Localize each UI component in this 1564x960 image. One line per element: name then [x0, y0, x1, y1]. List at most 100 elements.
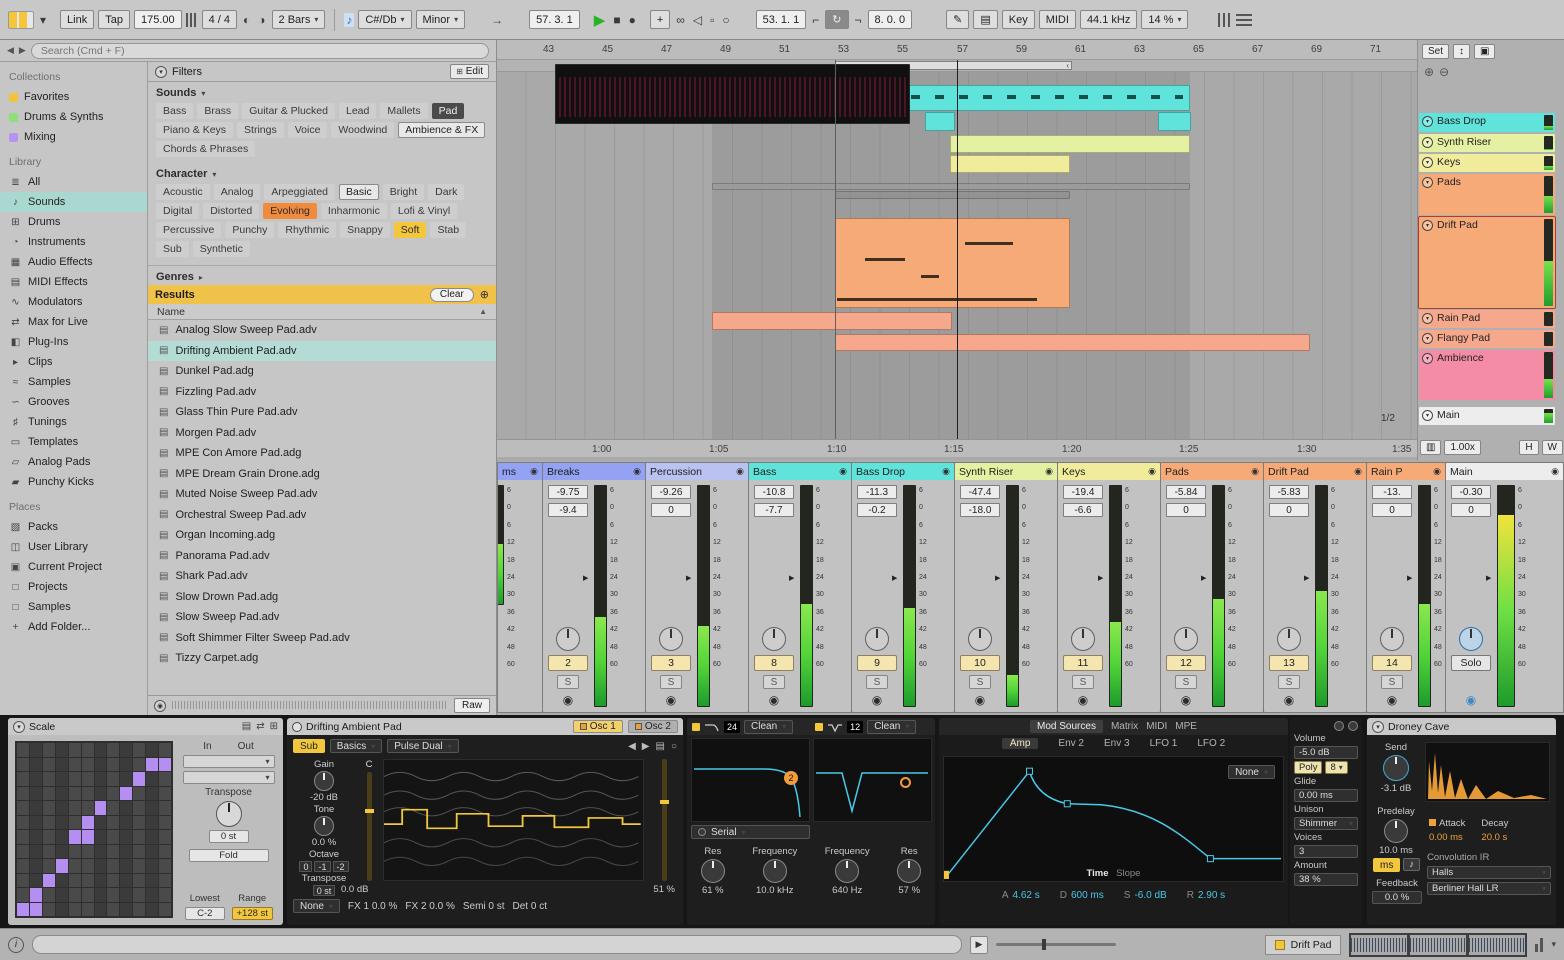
scale-out-menu[interactable]: ▾: [182, 771, 275, 784]
play-button[interactable]: ▶: [592, 11, 608, 29]
sound-filter-tag[interactable]: Brass: [197, 103, 239, 119]
arrangement-position-display[interactable]: 57. 3. 1: [529, 10, 580, 29]
scale-grid-cell[interactable]: [81, 786, 94, 800]
axis-time-label[interactable]: Time: [1087, 868, 1109, 879]
track-fold-icon[interactable]: ▾: [1422, 333, 1433, 344]
filter1-type-menu[interactable]: Clean ▾: [744, 719, 794, 734]
monitor-speaker-icon[interactable]: ◉: [1269, 693, 1309, 707]
track-number[interactable]: 14: [1372, 655, 1412, 671]
next-wave-icon[interactable]: ▶: [642, 741, 650, 752]
scale-grid-cell[interactable]: [68, 888, 81, 902]
scale-grid-cell[interactable]: [133, 873, 146, 887]
scale-grid-cell[interactable]: [133, 902, 146, 916]
octave-value[interactable]: 0: [299, 861, 313, 872]
add-track-icon[interactable]: ⊕: [1424, 65, 1434, 79]
fold-icon[interactable]: ◉: [1551, 466, 1559, 477]
scale-grid-cell[interactable]: [107, 873, 120, 887]
pitch-slider[interactable]: [364, 772, 374, 881]
result-row[interactable]: ▤ Morgen Pad.adv: [148, 423, 496, 444]
clip[interactable]: [865, 258, 905, 261]
clip[interactable]: [925, 112, 955, 131]
preview-waveform[interactable]: [172, 699, 448, 712]
scale-grid-cell[interactable]: [17, 859, 29, 873]
scale-grid-cell[interactable]: [29, 743, 42, 757]
sound-filter-tag[interactable]: Voice: [287, 122, 328, 138]
scale-grid-cell[interactable]: [42, 757, 55, 771]
pan-knob[interactable]: [1277, 627, 1301, 651]
prev-wave-icon[interactable]: ◀: [628, 741, 636, 752]
scale-grid-cell[interactable]: [17, 757, 29, 771]
scale-grid-cell[interactable]: [81, 757, 94, 771]
attack-value[interactable]: 4.62 s: [1012, 890, 1039, 901]
lowest-value[interactable]: C-2: [184, 907, 225, 920]
library-item[interactable]: ♪ Sounds: [0, 192, 147, 212]
scale-grid-cell[interactable]: [68, 859, 81, 873]
monitor-speaker-icon[interactable]: ◉: [754, 693, 794, 707]
midi-map-button[interactable]: MIDI: [1038, 10, 1076, 29]
result-row[interactable]: ▤ Analog Slow Sweep Pad.adv: [148, 320, 496, 341]
filter1-slope-badge[interactable]: 24: [724, 720, 741, 733]
scale-grid-cell[interactable]: [29, 859, 42, 873]
scale-grid-cell[interactable]: [81, 772, 94, 786]
clip[interactable]: [835, 334, 1310, 351]
main-track-header[interactable]: ▾ Main: [1419, 407, 1555, 425]
lock-envelopes-icon[interactable]: ▣: [1474, 44, 1496, 59]
result-row[interactable]: ▤ Drifting Ambient Pad.adv: [148, 340, 496, 361]
mix-value[interactable]: 51 %: [653, 884, 675, 895]
scale-grid-cell[interactable]: [120, 830, 133, 844]
library-item[interactable]: ◔ Instruments: [0, 232, 147, 252]
clip[interactable]: [712, 183, 1190, 190]
scale-grid-cell[interactable]: [94, 772, 107, 786]
scale-grid-cell[interactable]: [159, 786, 171, 800]
wavetable-display[interactable]: [383, 759, 644, 881]
pan-knob[interactable]: [556, 627, 580, 651]
output-value[interactable]: 0: [1451, 503, 1491, 517]
volume-value[interactable]: -13.: [1372, 485, 1412, 499]
scale-grid-cell[interactable]: [55, 844, 68, 858]
poly-voices-value[interactable]: 8 ▾: [1325, 761, 1348, 774]
solo-button[interactable]: S: [1175, 675, 1197, 689]
scale-grid-cell[interactable]: [68, 873, 81, 887]
sound-filter-tag[interactable]: Ambience & FX: [398, 122, 486, 138]
nudge-up-icon[interactable]: ◑: [256, 13, 267, 27]
sound-filter-tag[interactable]: Pad: [431, 103, 465, 119]
scale-grid-cell[interactable]: [94, 888, 107, 902]
back-to-arrangement-icon[interactable]: ◁: [691, 13, 704, 27]
pan-knob[interactable]: [1380, 627, 1404, 651]
scale-grid-cell[interactable]: [81, 844, 94, 858]
library-item[interactable]: ▦ Audio Effects: [0, 252, 147, 272]
character-filter-tag[interactable]: Acoustic: [156, 184, 210, 200]
pan-knob[interactable]: [1071, 627, 1095, 651]
menu-icon[interactable]: [1236, 13, 1253, 26]
scale-name-menu[interactable]: Minor ▾: [415, 10, 466, 29]
track-header[interactable]: ▾ Keys: [1419, 154, 1555, 172]
scale-grid-cell[interactable]: [94, 786, 107, 800]
list-view-icon[interactable]: ▤: [656, 741, 665, 752]
scale-grid-cell[interactable]: [94, 757, 107, 771]
scale-grid-cell[interactable]: [120, 801, 133, 815]
scale-grid-cell[interactable]: [120, 743, 133, 757]
scale-grid-cell[interactable]: [29, 873, 42, 887]
scale-grid-cell[interactable]: [120, 815, 133, 829]
edit-filters-button[interactable]: ⊞ Edit: [450, 64, 489, 79]
fx2-value[interactable]: FX 2 0.0 %: [405, 901, 454, 912]
scale-grid-cell[interactable]: [107, 859, 120, 873]
mod-source-tab[interactable]: Amp: [1001, 738, 1039, 749]
scale-grid-cell[interactable]: [42, 743, 55, 757]
waveform-zoom-icon[interactable]: ▥: [1420, 440, 1442, 455]
scale-grid-cell[interactable]: [120, 772, 133, 786]
scale-grid-cell[interactable]: [42, 786, 55, 800]
filter1-env-icon[interactable]: [692, 722, 700, 731]
loop-start-display[interactable]: 53. 1. 1: [755, 10, 807, 29]
fold-icon[interactable]: ◉: [1433, 466, 1441, 477]
filter2-display[interactable]: [813, 738, 932, 822]
transpose-knob[interactable]: [215, 801, 242, 827]
scale-grid-cell[interactable]: [17, 786, 29, 800]
clip[interactable]: [1158, 112, 1191, 131]
library-item[interactable]: ≈ Samples: [0, 372, 147, 392]
sound-filter-tag[interactable]: Chords & Phrases: [156, 141, 256, 157]
scale-grid-cell[interactable]: [42, 902, 55, 916]
scale-grid-cell[interactable]: [55, 873, 68, 887]
scale-grid-cell[interactable]: [159, 815, 171, 829]
scale-grid-cell[interactable]: [146, 830, 159, 844]
